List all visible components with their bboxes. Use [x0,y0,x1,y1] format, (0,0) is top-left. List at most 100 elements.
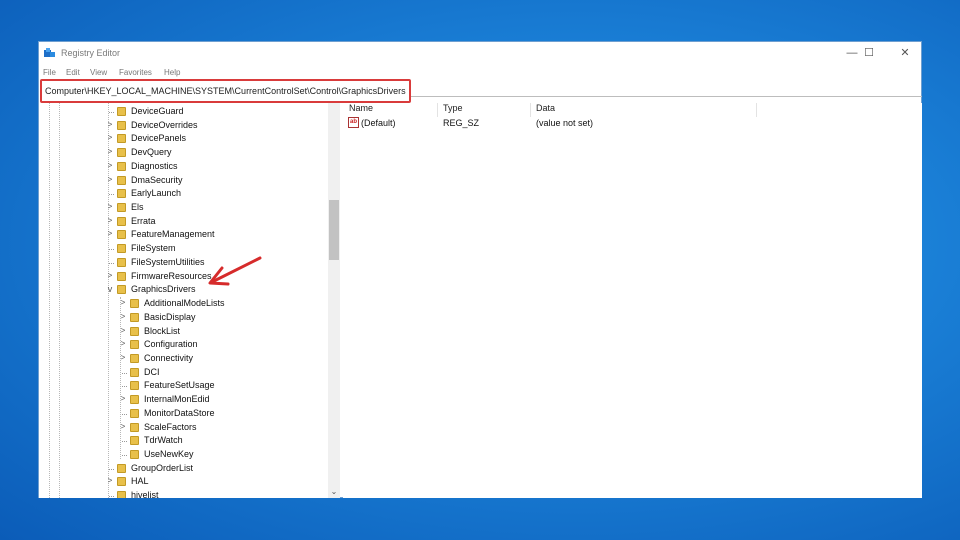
tree-node[interactable]: > DeviceOverrides [39,119,329,133]
expand-chevron-icon[interactable]: > [106,175,114,184]
tree-node[interactable]: EarlyLaunch [39,187,329,201]
folder-icon [130,326,139,336]
tree-node[interactable]: > AdditionalModeLists [39,297,329,311]
expand-chevron-icon[interactable]: > [106,229,114,238]
expand-chevron-icon[interactable]: > [119,312,127,321]
tree-node[interactable]: DCI [39,366,329,380]
expand-chevron-icon[interactable]: > [106,133,114,142]
tree-node[interactable]: > BasicDisplay [39,311,329,325]
tree-node[interactable]: MonitorDataStore [39,407,329,421]
key-tree-pane[interactable]: DeviceGuard > DeviceOverrides > DevicePanels… [39,103,340,498]
tree-connector [109,262,114,264]
folder-icon [130,408,139,418]
tree-node-label: InternalMonEdid [144,394,210,405]
tree-node[interactable]: > FeatureManagement [39,228,329,242]
tree-node[interactable]: hivelist [39,489,329,498]
expand-chevron-icon[interactable]: > [119,394,127,403]
scroll-down-arrow-icon[interactable]: ⌄ [328,486,340,497]
close-button[interactable]: ✕ [895,46,915,60]
column-header-type[interactable]: Type [443,103,463,117]
tree-connector [122,455,127,456]
tree-node[interactable]: > DevicePanels [39,132,329,146]
tree-node[interactable]: > DevQuery [39,146,329,160]
tree-node[interactable]: > FirmwareResources [39,270,329,284]
registry-editor-icon [44,48,55,57]
expand-chevron-icon[interactable]: > [106,216,114,225]
expand-chevron-icon[interactable]: > [106,161,114,170]
expand-chevron-icon[interactable]: > [106,271,114,280]
tree-node-label: EarlyLaunch [131,188,182,199]
folder-icon [130,340,139,350]
tree-node-label: DevicePanels [131,133,187,144]
tree-connector [122,386,127,388]
address-bar[interactable]: Computer\HKEY_LOCAL_MACHINE\SYSTEM\Curre… [40,79,411,103]
tree-node[interactable]: TdrWatch [39,434,329,448]
expand-chevron-icon[interactable]: > [106,120,114,129]
tree-node[interactable]: FeatureSetUsage [39,379,329,393]
menu-favorites[interactable]: Favorites [119,68,152,77]
expand-chevron-icon[interactable]: > [106,147,114,156]
column-header-name[interactable]: Name [349,103,373,117]
expand-chevron-icon[interactable]: > [106,202,114,211]
folder-icon [117,107,126,116]
tree-node[interactable]: > Connectivity [39,352,329,366]
title-bar[interactable]: Registry Editor — ☐ ✕ [39,42,921,66]
folder-icon [117,189,126,199]
expand-chevron-icon[interactable]: > [106,476,114,485]
tree-node[interactable]: > Diagnostics [39,160,329,174]
expand-chevron-icon[interactable]: > [119,298,127,307]
tree-node-label: GroupOrderList [131,462,194,473]
tree-node-label: FeatureManagement [131,229,215,240]
tree-node[interactable]: > HAL [39,475,329,489]
tree-node[interactable]: > DmaSecurity [39,174,329,188]
tree-node-label: UseNewKey [144,449,194,459]
tree-node[interactable]: v GraphicsDrivers [39,283,329,297]
values-pane[interactable]: Name Type Data ab (Default) REG_SZ (valu… [343,103,922,498]
folder-icon [117,244,126,254]
expand-chevron-icon[interactable]: > [119,353,127,362]
tree-connector [122,372,127,374]
tree-node-label: hivelist [131,490,159,498]
tree-connector [109,112,114,113]
tree-node[interactable]: FileSystem [39,242,329,256]
menu-file[interactable]: File [43,68,56,77]
folder-icon [130,353,139,363]
expand-chevron-icon[interactable]: > [119,326,127,335]
tree-node[interactable]: > InternalMonEdid [39,393,329,407]
tree-node[interactable]: > Els [39,201,329,215]
column-separator[interactable] [437,103,438,117]
folder-icon [130,422,139,432]
collapse-chevron-icon[interactable]: v [106,284,114,294]
tree-node-label: DeviceGuard [131,106,184,116]
tree-node[interactable]: GroupOrderList [39,462,329,476]
column-separator[interactable] [530,103,531,117]
folder-icon [130,299,139,309]
tree-node-label: HAL [131,476,149,487]
tree-node[interactable]: DeviceGuard [39,105,329,119]
expand-chevron-icon[interactable]: > [119,422,127,431]
tree-node-label: DeviceOverrides [131,119,198,130]
maximize-button[interactable]: ☐ [859,46,879,60]
tree-node[interactable]: > BlockList [39,325,329,339]
column-header-data[interactable]: Data [536,103,555,117]
expand-chevron-icon[interactable]: > [119,339,127,348]
tree-node[interactable]: > ScaleFactors [39,421,329,435]
folder-icon [130,450,139,459]
tree-scrollbar[interactable] [328,103,340,498]
tree-connector [109,496,114,498]
tree-scrollbar-thumb[interactable] [329,200,339,260]
address-path: Computer\HKEY_LOCAL_MACHINE\SYSTEM\Curre… [45,86,406,96]
tree-node[interactable]: > Errata [39,215,329,229]
tree-node-label: Configuration [144,339,198,350]
menu-bar: File Edit View Favorites Help [39,66,921,80]
menu-edit[interactable]: Edit [66,68,80,77]
tree-node[interactable]: FileSystemUtilities [39,256,329,270]
tree-node[interactable]: > Configuration [39,338,329,352]
menu-view[interactable]: View [90,68,107,77]
tree-node[interactable]: UseNewKey [39,448,329,462]
value-data: (value not set) [536,118,594,128]
menu-help[interactable]: Help [164,68,180,77]
tree-node-label: FirmwareResources [131,270,212,281]
folder-icon [130,367,139,377]
column-separator[interactable] [756,103,757,117]
